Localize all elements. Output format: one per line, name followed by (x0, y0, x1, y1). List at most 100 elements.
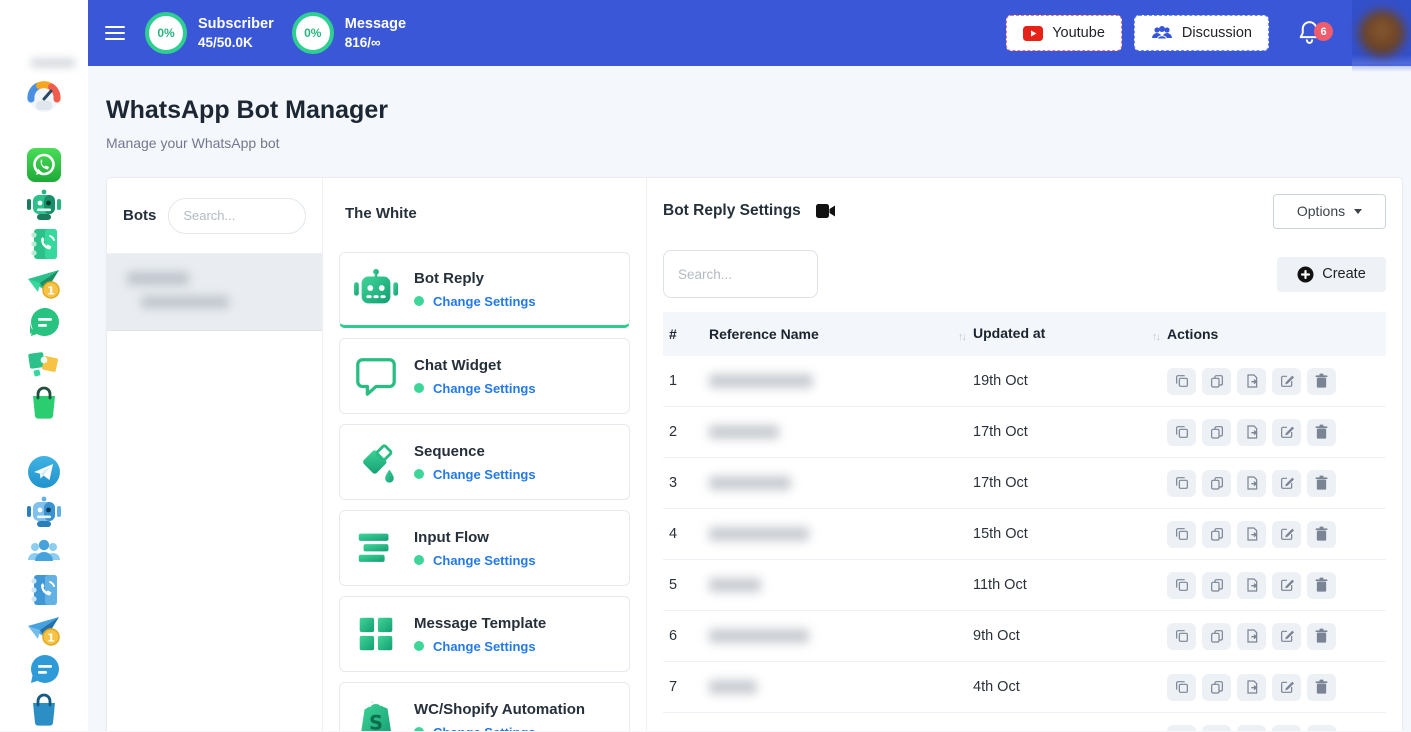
module-card-sequence[interactable]: Sequence Change Settings (339, 424, 630, 500)
sort-icon[interactable]: ↑↓ (1152, 331, 1159, 343)
settings-search-input[interactable] (663, 250, 818, 298)
delete-button[interactable] (1307, 725, 1336, 732)
edit-button[interactable] (1272, 623, 1301, 650)
integrations-icon[interactable] (26, 344, 62, 380)
copy-button[interactable] (1202, 623, 1231, 650)
duplicate-button[interactable] (1167, 419, 1196, 446)
delete-button[interactable] (1307, 521, 1336, 548)
delete-button[interactable] (1307, 368, 1336, 395)
duplicate-button[interactable] (1167, 470, 1196, 497)
duplicate-button[interactable] (1167, 674, 1196, 701)
svg-text:1: 1 (47, 632, 55, 645)
user-avatar[interactable] (1359, 10, 1405, 56)
edit-button[interactable] (1272, 368, 1301, 395)
youtube-button[interactable]: Youtube (1006, 15, 1122, 51)
copy-button[interactable] (1202, 521, 1231, 548)
bot-list-item-selected[interactable] (107, 254, 322, 331)
export-button[interactable] (1237, 623, 1266, 650)
row-number: 7 (663, 679, 709, 695)
telegram-groups-icon[interactable] (26, 533, 62, 569)
change-settings-link[interactable]: Change Settings (433, 553, 536, 568)
change-settings-link[interactable]: Change Settings (433, 381, 536, 396)
updated-at: 9th Oct (973, 628, 1167, 644)
input-flow-icon (353, 525, 399, 571)
message-value: 816/∞ (345, 34, 406, 52)
whatsapp-icon[interactable] (26, 147, 62, 183)
delete-button[interactable] (1307, 572, 1336, 599)
export-button[interactable] (1237, 470, 1266, 497)
whatsapp-store-icon[interactable] (26, 384, 62, 420)
delete-button[interactable] (1307, 470, 1336, 497)
telegram-contacts-icon[interactable] (26, 572, 62, 608)
status-dot (414, 555, 424, 565)
table-row-partial (663, 713, 1386, 731)
duplicate-button[interactable] (1167, 368, 1196, 395)
row-number: 3 (663, 475, 709, 491)
menu-toggle-icon[interactable] (105, 26, 125, 41)
module-card-wc-shopify[interactable]: S WC/Shopify Automation Change Settings (339, 682, 630, 731)
whatsapp-broadcast-icon[interactable]: 1 (26, 265, 62, 301)
duplicate-button[interactable] (1167, 623, 1196, 650)
module-card-message-template[interactable]: Message Template Change Settings (339, 596, 630, 672)
edit-button[interactable] (1272, 572, 1301, 599)
copy-button[interactable] (1202, 368, 1231, 395)
module-title: Sequence (414, 443, 536, 460)
message-stat: 0% Message 816/∞ (292, 12, 406, 54)
export-button[interactable] (1237, 419, 1266, 446)
telegram-broadcast-icon[interactable]: 1 (26, 612, 62, 648)
page-title: WhatsApp Bot Manager (106, 96, 1411, 125)
col-header-name: Reference Name (709, 326, 819, 342)
profile-menu[interactable] (1352, 0, 1411, 72)
edit-button[interactable] (1272, 470, 1301, 497)
delete-button[interactable] (1307, 623, 1336, 650)
change-settings-link[interactable]: Change Settings (433, 294, 536, 309)
bots-list-panel: Bots (107, 178, 323, 731)
duplicate-button[interactable] (1167, 521, 1196, 548)
export-button[interactable] (1237, 674, 1266, 701)
export-button[interactable] (1237, 725, 1266, 732)
edit-button[interactable] (1272, 521, 1301, 548)
delete-button[interactable] (1307, 419, 1336, 446)
message-percent: 0% (292, 12, 334, 54)
module-card-input-flow[interactable]: Input Flow Change Settings (339, 510, 630, 586)
copy-button[interactable] (1202, 470, 1231, 497)
export-button[interactable] (1237, 572, 1266, 599)
edit-button[interactable] (1272, 419, 1301, 446)
telegram-store-icon[interactable] (26, 691, 62, 727)
change-settings-link[interactable]: Change Settings (433, 467, 536, 482)
module-card-chat-widget[interactable]: Chat Widget Change Settings (339, 338, 630, 414)
whatsapp-bot-icon[interactable] (26, 187, 62, 223)
discussion-button[interactable]: Discussion (1134, 15, 1269, 51)
copy-button[interactable] (1202, 572, 1231, 599)
options-dropdown-button[interactable]: Options (1273, 194, 1386, 229)
telegram-icon[interactable] (26, 454, 62, 490)
module-card-bot-reply[interactable]: Bot Reply Change Settings (339, 252, 630, 328)
notifications-bell-icon[interactable]: 6 (1297, 19, 1323, 47)
create-button[interactable]: Create (1277, 257, 1386, 292)
duplicate-button[interactable] (1167, 572, 1196, 599)
row-number: 2 (663, 424, 709, 440)
telegram-bot-icon[interactable] (26, 494, 62, 530)
dashboard-gauge-icon[interactable] (26, 79, 62, 115)
copy-button[interactable] (1202, 674, 1231, 701)
copy-button[interactable] (1202, 419, 1231, 446)
redacted-reference-name (709, 527, 809, 541)
delete-button[interactable] (1307, 674, 1336, 701)
change-settings-link[interactable]: Change Settings (433, 725, 536, 732)
status-dot (414, 469, 424, 479)
video-tutorial-icon[interactable] (816, 204, 835, 218)
whatsapp-chat-icon[interactable] (26, 305, 62, 341)
edit-button[interactable] (1272, 674, 1301, 701)
redacted-reference-name (709, 629, 809, 643)
export-button[interactable] (1237, 368, 1266, 395)
whatsapp-contacts-icon[interactable] (26, 226, 62, 262)
bots-search-input[interactable] (168, 198, 306, 234)
change-settings-link[interactable]: Change Settings (433, 639, 536, 654)
edit-button[interactable] (1272, 725, 1301, 732)
export-button[interactable] (1237, 521, 1266, 548)
telegram-chat-icon[interactable] (26, 652, 62, 688)
copy-button[interactable] (1202, 725, 1231, 732)
redacted-reference-name (709, 578, 761, 592)
duplicate-button[interactable] (1167, 725, 1196, 732)
sort-icon[interactable]: ↑↓ (958, 331, 965, 343)
